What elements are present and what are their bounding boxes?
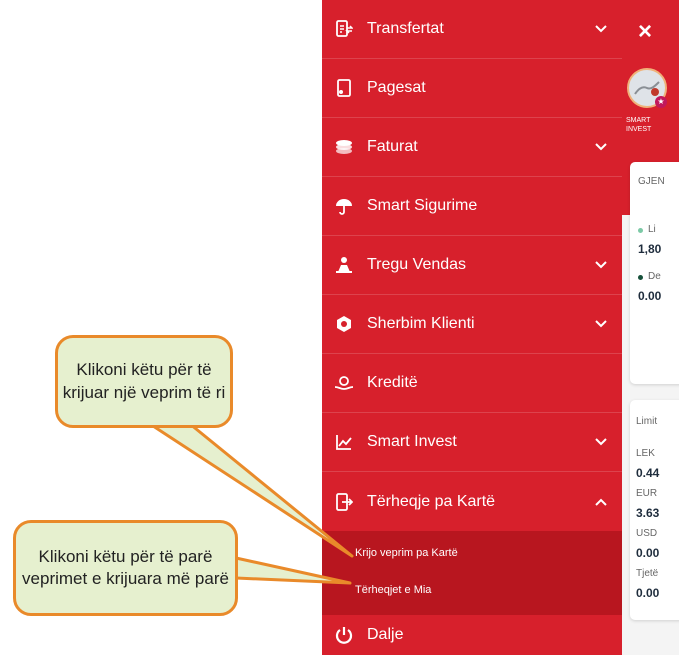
side-menu: Transfertat Pagesat Faturat Smart Siguri… xyxy=(322,0,622,655)
smart-invest-label: INVEST xyxy=(626,126,652,133)
limit-value: 0.44 xyxy=(636,466,660,480)
balance-value: 0.00 xyxy=(638,289,662,303)
chart-icon xyxy=(334,432,354,452)
menu-item-label: Pagesat xyxy=(367,79,426,96)
menu-item-tregu-vendas[interactable]: Tregu Vendas xyxy=(322,236,622,295)
menu-item-label: Tregu Vendas xyxy=(367,256,467,273)
chevron-down-icon xyxy=(595,261,607,269)
market-icon xyxy=(334,255,354,275)
menu-item-label: Transfertat xyxy=(367,20,444,37)
limit-value: 0.00 xyxy=(636,546,660,560)
limit-label: EUR xyxy=(636,488,658,499)
limit-value: 0.00 xyxy=(636,586,660,600)
balance-label: Li xyxy=(648,224,656,235)
balance-card[interactable]: GJEN Li 1,80 De 0.00 xyxy=(630,162,679,384)
menu-item-smart-invest[interactable]: Smart Invest xyxy=(322,413,622,472)
card-title: Limit xyxy=(636,416,658,427)
close-icon[interactable]: × xyxy=(638,18,652,46)
umbrella-icon xyxy=(334,196,354,216)
smart-invest-label: SMART xyxy=(626,117,651,124)
menu-item-label: Kreditë xyxy=(367,374,418,391)
payment-icon xyxy=(334,78,354,98)
star-badge: ★ xyxy=(655,96,667,108)
submenu: Krijo veprim pa Kartë Tërheqjet e Mia xyxy=(322,531,622,615)
menu-item-smart-sigurime[interactable]: Smart Sigurime xyxy=(322,177,622,236)
balance-label: De xyxy=(648,271,661,282)
green-dot-icon xyxy=(638,228,643,233)
power-icon xyxy=(334,625,354,645)
submenu-item-terheqjet-e-mia[interactable]: Tërheqjet e Mia xyxy=(355,584,431,596)
menu-item-sherbim-klienti[interactable]: Sherbim Klienti xyxy=(322,295,622,354)
limit-label: Tjetë xyxy=(636,568,659,579)
menu-item-pagesat[interactable]: Pagesat xyxy=(322,59,622,118)
menu-item-label: Smart Invest xyxy=(367,433,457,450)
menu-item-label: Smart Sigurime xyxy=(367,197,478,214)
limit-label: USD xyxy=(636,528,658,539)
transfer-icon xyxy=(334,19,354,39)
menu-item-label: Faturat xyxy=(367,138,418,155)
dark-dot-icon xyxy=(638,275,643,280)
chevron-up-icon xyxy=(595,498,607,506)
cardless-icon xyxy=(334,492,354,512)
chevron-down-icon xyxy=(595,438,607,446)
limit-value: 3.63 xyxy=(636,506,660,520)
app-panel: × ★ SMART INVEST GJEN Li 1,80 De 0.00 Li… xyxy=(622,0,679,655)
loan-icon xyxy=(334,373,354,393)
menu-item-transfertat[interactable]: Transfertat xyxy=(322,0,622,59)
callout-previous-actions: Klikoni këtu për të parë veprimet e krij… xyxy=(13,520,238,616)
limit-label: LEK xyxy=(636,448,655,459)
menu-item-kredite[interactable]: Kreditë xyxy=(322,354,622,413)
menu-item-label: Tërheqje pa Kartë xyxy=(367,492,496,510)
support-icon xyxy=(334,314,354,334)
limits-card[interactable]: Limit LEK 0.44 EUR 3.63 USD 0.00 Tjetë 0… xyxy=(630,400,679,620)
chevron-down-icon xyxy=(595,25,607,33)
menu-item-label: Dalje xyxy=(367,626,404,643)
menu-item-dalje[interactable]: Dalje xyxy=(322,615,622,655)
submenu-item-krijo-veprim[interactable]: Krijo veprim pa Kartë xyxy=(355,547,458,559)
menu-item-label: Sherbim Klienti xyxy=(367,315,475,332)
balance-value: 1,80 xyxy=(638,242,662,256)
menu-item-terheqje-pa-karte[interactable]: Tërheqje pa Kartë xyxy=(322,472,622,531)
menu-item-faturat[interactable]: Faturat xyxy=(322,118,622,177)
smart-invest-avatar[interactable]: ★ xyxy=(627,68,667,108)
card-title: GJEN xyxy=(638,176,665,187)
bills-icon xyxy=(334,137,354,157)
callout-create-action: Klikoni këtu për të krijuar një veprim t… xyxy=(55,335,233,428)
chevron-down-icon xyxy=(595,143,607,151)
chevron-down-icon xyxy=(595,320,607,328)
